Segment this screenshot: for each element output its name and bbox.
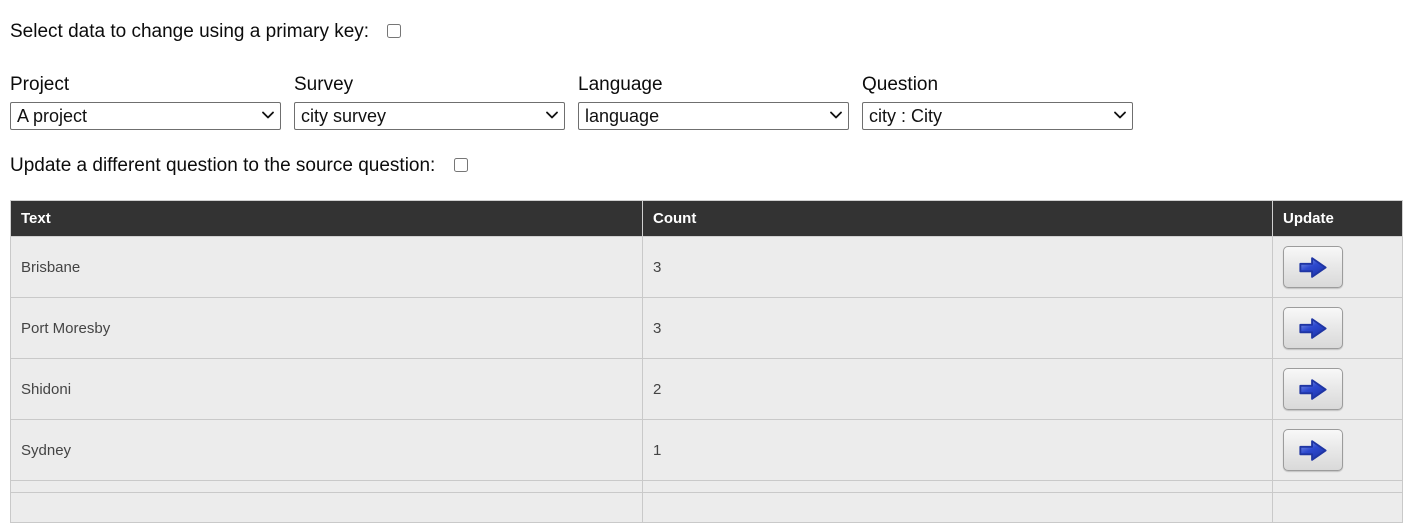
update-row-button[interactable] (1283, 246, 1343, 288)
survey-select[interactable]: city survey (294, 102, 565, 130)
update-question-checkbox[interactable] (453, 158, 468, 172)
column-header-text: Text (10, 200, 643, 237)
primary-key-checkbox[interactable] (387, 24, 402, 38)
table-row: Port Moresby 3 (10, 297, 1403, 359)
count-cell: 1 (642, 419, 1273, 481)
project-label: Project (10, 74, 70, 95)
update-question-row: Update a different question to the sourc… (10, 155, 1404, 177)
text-cell: Port Moresby (10, 297, 643, 359)
table-header-row: Text Count Update (10, 200, 1403, 237)
filter-question: Question city : City (862, 74, 1133, 130)
text-cell: Shidoni (10, 358, 643, 420)
arrow-right-icon (1299, 256, 1327, 278)
column-header-update: Update (1272, 200, 1403, 237)
update-row-button[interactable] (1283, 368, 1343, 410)
project-select[interactable]: A project (10, 102, 281, 130)
table-row: Shidoni 2 (10, 358, 1403, 420)
results-table: Text Count Update Brisbane 3 Port Moresb… (10, 200, 1403, 523)
count-cell (642, 480, 1273, 493)
count-cell (642, 492, 1273, 523)
update-cell (1272, 358, 1403, 420)
column-header-count: Count (642, 200, 1273, 237)
table-row: Brisbane 3 (10, 236, 1403, 298)
update-question-label: Update a different question to the sourc… (10, 155, 436, 176)
text-cell: Sydney (10, 419, 643, 481)
update-cell (1272, 236, 1403, 298)
primary-key-label: Select data to change using a primary ke… (10, 21, 370, 42)
filter-survey: Survey city survey (294, 74, 565, 130)
arrow-right-icon (1299, 378, 1327, 400)
filter-language: Language language (578, 74, 849, 130)
survey-label: Survey (294, 74, 354, 95)
table-row: Sydney 1 (10, 419, 1403, 481)
text-cell (10, 480, 643, 493)
text-cell (10, 492, 643, 523)
count-cell: 3 (642, 236, 1273, 298)
question-select[interactable]: city : City (862, 102, 1133, 130)
update-cell (1272, 297, 1403, 359)
filters-row: Project A project Survey city survey Lan… (10, 74, 1404, 130)
update-cell (1272, 419, 1403, 481)
page: Select data to change using a primary ke… (0, 0, 1404, 523)
update-cell (1272, 480, 1403, 493)
arrow-right-icon (1299, 317, 1327, 339)
count-cell: 3 (642, 297, 1273, 359)
language-label: Language (578, 74, 663, 95)
count-cell: 2 (642, 358, 1273, 420)
table-row (10, 480, 1403, 493)
primary-key-row: Select data to change using a primary ke… (10, 0, 1404, 43)
question-label: Question (862, 74, 939, 95)
update-row-button[interactable] (1283, 307, 1343, 349)
language-select[interactable]: language (578, 102, 849, 130)
text-cell: Brisbane (10, 236, 643, 298)
filter-project: Project A project (10, 74, 281, 130)
arrow-right-icon (1299, 439, 1327, 461)
update-row-button[interactable] (1283, 429, 1343, 471)
table-row (10, 492, 1403, 523)
update-cell (1272, 492, 1403, 523)
